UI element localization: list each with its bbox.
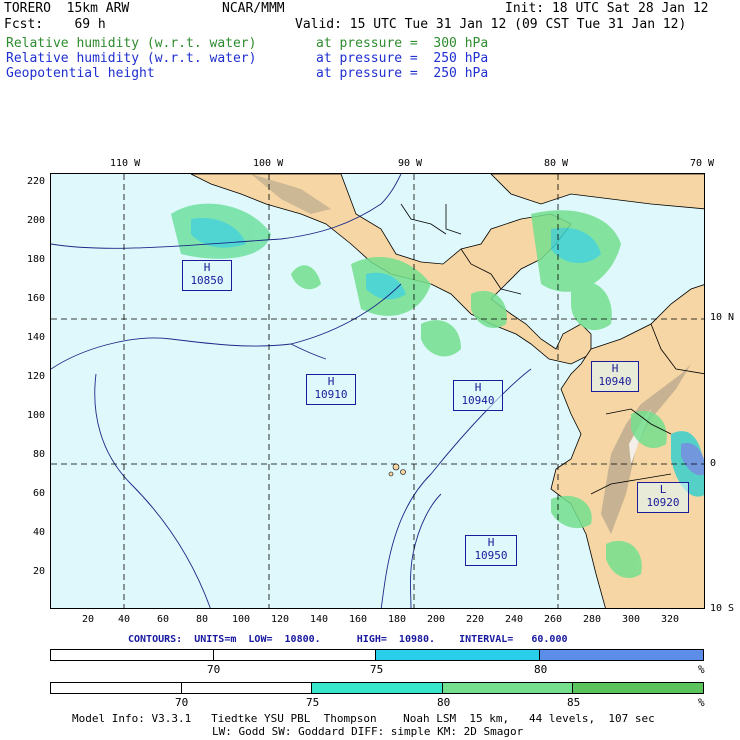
yucatan-land [490, 174, 704, 210]
low-letter: L [659, 483, 667, 496]
x-tick: 40 [118, 614, 131, 625]
high-pressure-box: H 10950 [465, 535, 517, 566]
colorbar-segment [376, 650, 540, 660]
y-tick: 80 [33, 449, 46, 460]
model-physics: LW: Godd SW: Goddard DIFF: simple KM: 2D… [212, 725, 524, 738]
high-value: 10950 [474, 549, 508, 562]
high-letter: H [487, 536, 495, 549]
x-tick: 160 [349, 614, 368, 625]
y-tick: 140 [27, 332, 46, 343]
colorbar-segment [214, 650, 376, 660]
high-value: 10910 [314, 388, 348, 401]
x-tick: 180 [388, 614, 407, 625]
field-3-name: Geopotential height [6, 66, 155, 81]
y-tick: 200 [27, 215, 46, 226]
high-pressure-box: H 10910 [306, 374, 356, 405]
y-tick: 220 [27, 176, 46, 187]
colorbar-label: 85 [567, 696, 581, 709]
colorbar-segment [312, 683, 443, 693]
lon-label-100w: 100 W [253, 158, 284, 169]
init-time: Init: 18 UTC Sat 28 Jan 12 [505, 1, 709, 16]
y-tick: 180 [27, 254, 46, 265]
colorbar-300hpa [50, 682, 704, 694]
lat-label-10n: 10 N [710, 312, 735, 323]
x-tick: 200 [427, 614, 446, 625]
y-tick: 160 [27, 293, 46, 304]
high-letter: H [474, 381, 482, 394]
x-tick: 120 [271, 614, 290, 625]
x-tick: 140 [310, 614, 329, 625]
colorbar-label: 75 [370, 663, 384, 676]
y-tick: 40 [33, 527, 46, 538]
lat-label-0: 0 [710, 458, 717, 469]
lon-label-90w: 90 W [398, 158, 423, 169]
colorbar-segment [51, 683, 182, 693]
valid-time: Valid: 15 UTC Tue 31 Jan 12 (09 CST Tue … [295, 17, 687, 32]
field-2-name: Relative humidity (w.r.t. water) [6, 51, 257, 66]
colorbar-segment [539, 650, 703, 660]
field-1-name: Relative humidity (w.r.t. water) [6, 36, 257, 51]
y-tick: 120 [27, 371, 46, 382]
field-3-level: at pressure = 250 hPa [316, 66, 489, 81]
org-name: NCAR/MMM [222, 1, 285, 16]
x-tick: 240 [505, 614, 524, 625]
high-letter: H [611, 362, 619, 375]
colorbar-label: 70 [175, 696, 189, 709]
high-value: 10940 [461, 394, 495, 407]
lon-label-70w: 70 W [690, 158, 715, 169]
x-tick: 320 [661, 614, 680, 625]
x-tick: 300 [622, 614, 641, 625]
colorbar-label: 80 [534, 663, 548, 676]
model-info: Model Info: V3.3.1 Tiedtke YSU PBL Thomp… [72, 712, 655, 725]
x-tick: 260 [544, 614, 563, 625]
high-letter: H [203, 261, 211, 274]
colorbar-segment [442, 683, 574, 693]
colorbar-unit: % [698, 696, 705, 709]
colorbar-label: 80 [437, 696, 451, 709]
high-pressure-box: H 10940 [591, 361, 639, 392]
field-2-level: at pressure = 250 hPa [316, 51, 489, 66]
x-tick: 220 [466, 614, 485, 625]
colorbar-label: 75 [306, 696, 320, 709]
colorbar-label: 70 [207, 663, 221, 676]
high-value: 10940 [598, 375, 632, 388]
contour-info: CONTOURS: UNITS=m LOW= 10800. HIGH= 1098… [128, 634, 568, 645]
colorbar-250hpa [50, 649, 704, 661]
forecast-hour: Fcst: 69 h [4, 17, 106, 32]
high-pressure-box: H 10940 [453, 380, 503, 411]
colorbar-segment [182, 683, 313, 693]
field-1-level: at pressure = 300 hPa [316, 36, 489, 51]
lon-label-80w: 80 W [544, 158, 569, 169]
colorbar-segment [51, 650, 214, 660]
y-tick: 20 [33, 566, 46, 577]
high-letter: H [327, 375, 335, 388]
galapagos-islands [388, 463, 406, 477]
x-tick: 80 [196, 614, 209, 625]
colorbar-unit: % [698, 663, 705, 676]
y-tick: 100 [27, 410, 46, 421]
y-tick: 60 [33, 488, 46, 499]
model-name: TORERO 15km ARW [4, 1, 130, 16]
low-pressure-box: L 10920 [637, 482, 689, 513]
lon-label-110w: 110 W [110, 158, 141, 169]
x-tick: 100 [232, 614, 251, 625]
low-value: 10920 [646, 496, 680, 509]
x-tick: 20 [82, 614, 95, 625]
high-pressure-box: H 10850 [182, 260, 232, 291]
lat-label-10s: 10 S [710, 603, 735, 614]
x-tick: 60 [157, 614, 170, 625]
colorbar-segment [573, 683, 703, 693]
high-value: 10850 [190, 274, 224, 287]
x-tick: 280 [583, 614, 602, 625]
